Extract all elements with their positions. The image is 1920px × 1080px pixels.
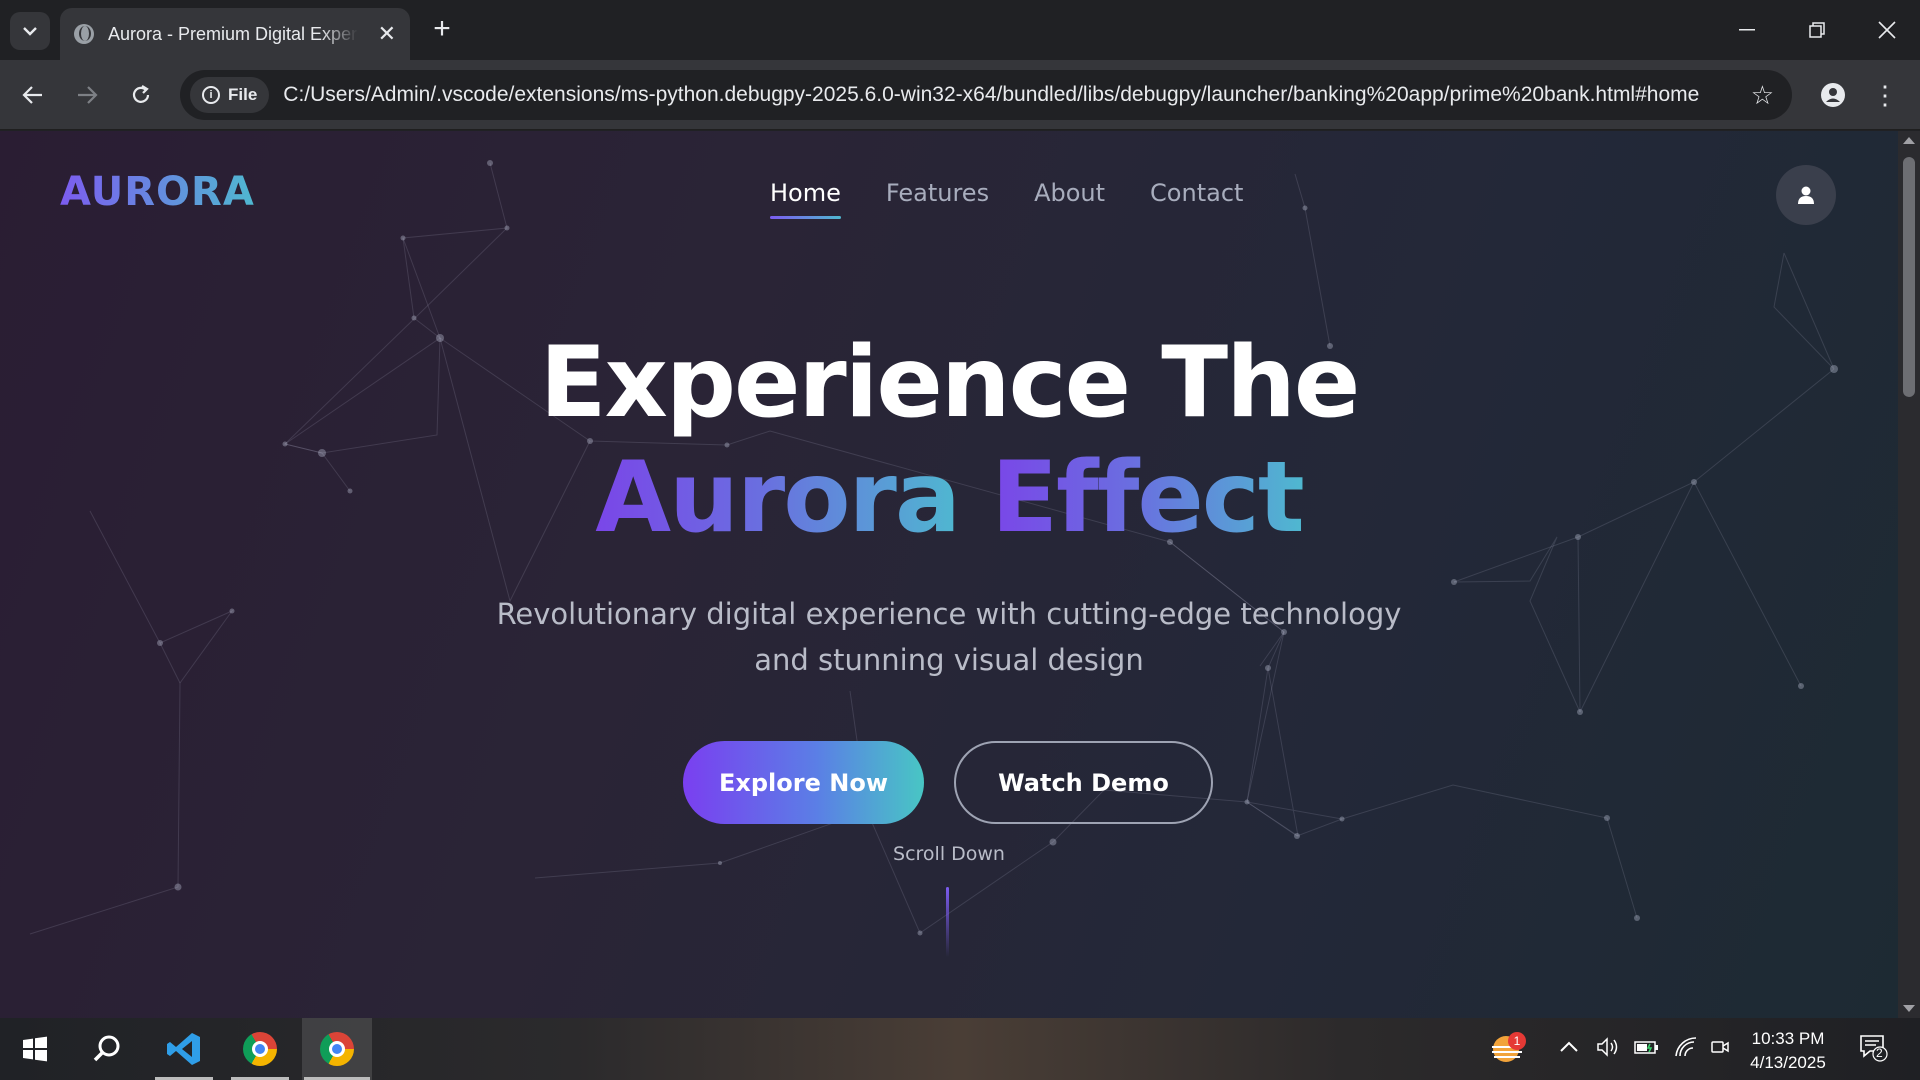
- star-icon[interactable]: ☆: [1751, 80, 1774, 111]
- profile-icon[interactable]: [1816, 78, 1850, 112]
- hero-title-line-1: Experience The: [539, 326, 1361, 440]
- chrome-icon[interactable]: [229, 1018, 291, 1080]
- explore-now-button[interactable]: Explore Now: [683, 741, 924, 824]
- plus-icon[interactable]: +: [424, 12, 460, 48]
- vscode-icon[interactable]: [153, 1018, 215, 1080]
- clock-date: 4/13/2025: [1750, 1053, 1826, 1072]
- wifi-icon[interactable]: [1674, 1036, 1698, 1063]
- scroll-down-icon[interactable]: [1903, 1005, 1915, 1012]
- main-nav: Home Features About Contact: [770, 179, 1243, 219]
- scroll-indicator: [946, 887, 949, 957]
- user-account-button[interactable]: [1776, 165, 1836, 225]
- browser-toolbar: i File C:/Users/Admin/.vscode/extensions…: [0, 60, 1920, 130]
- weather-widget-icon[interactable]: [1476, 1018, 1538, 1080]
- windows-start-icon[interactable]: [4, 1018, 66, 1080]
- notification-count: 2: [1876, 1046, 1883, 1060]
- nav-link-about[interactable]: About: [1034, 179, 1105, 219]
- taskbar-clock[interactable]: 10:33 PM 4/13/2025: [1738, 1027, 1838, 1075]
- restore-icon[interactable]: [1792, 10, 1842, 50]
- page-scrollbar[interactable]: [1898, 131, 1920, 1018]
- site-logo[interactable]: AURORA: [60, 169, 255, 215]
- reload-icon[interactable]: [124, 78, 158, 112]
- nav-link-features[interactable]: Features: [886, 179, 989, 219]
- nav-link-home[interactable]: Home: [770, 179, 841, 219]
- search-icon[interactable]: [76, 1018, 138, 1080]
- page-viewport: AURORA Home Features About Contact Exper…: [0, 131, 1898, 1018]
- hero-title-line-2: Aurora Effect: [0, 441, 1898, 555]
- hero-subtitle-line-1: Revolutionary digital experience with cu…: [496, 597, 1402, 631]
- chrome-logo: [320, 1032, 354, 1066]
- weather-badge: 1: [1508, 1032, 1526, 1050]
- close-window-icon[interactable]: [1862, 10, 1912, 50]
- browser-tab[interactable]: Aurora - Premium Digital Experience ✕: [60, 8, 410, 60]
- meet-now-icon[interactable]: [1710, 1037, 1730, 1062]
- tab-title: Aurora - Premium Digital Experience: [108, 23, 358, 44]
- chevron-up-icon[interactable]: [1560, 1040, 1578, 1058]
- nav-link-contact[interactable]: Contact: [1150, 179, 1243, 219]
- battery-icon[interactable]: [1634, 1039, 1660, 1060]
- info-icon: i: [202, 86, 220, 104]
- particle-network-background: [29, 160, 1838, 936]
- url-text[interactable]: C:/Users/Admin/.vscode/extensions/ms-pyt…: [283, 83, 1750, 107]
- back-arrow-icon[interactable]: [16, 78, 50, 112]
- tab-search-icon[interactable]: [10, 12, 50, 50]
- hero-subtitle-line-2: and stunning visual design: [754, 643, 1144, 677]
- site-info-chip[interactable]: i File: [190, 77, 270, 113]
- volume-icon[interactable]: [1596, 1036, 1620, 1062]
- hero-title-effect: Effect: [991, 441, 1305, 555]
- globe-icon: [74, 24, 94, 44]
- clock-time: 10:33 PM: [1751, 1029, 1825, 1048]
- notifications-icon[interactable]: 2: [1858, 1032, 1888, 1062]
- user-icon: [1798, 186, 1814, 204]
- forward-arrow-icon[interactable]: [70, 78, 104, 112]
- minimize-icon[interactable]: [1722, 10, 1772, 50]
- hero-title-aurora: Aurora: [595, 441, 961, 555]
- scrollbar-thumb[interactable]: [1903, 157, 1915, 397]
- scroll-down-label[interactable]: Scroll Down: [0, 843, 1898, 865]
- address-chip-label: File: [228, 85, 258, 104]
- address-bar[interactable]: i File C:/Users/Admin/.vscode/extensions…: [180, 70, 1792, 120]
- browser-tab-strip: Aurora - Premium Digital Experience ✕ +: [0, 0, 1920, 60]
- watch-demo-button[interactable]: Watch Demo: [954, 741, 1213, 824]
- chrome-icon-active[interactable]: [302, 1018, 372, 1080]
- menu-icon[interactable]: ⋮: [1870, 78, 1900, 112]
- chrome-logo: [243, 1032, 277, 1066]
- system-tray: [1560, 1018, 1730, 1080]
- windows-taskbar: 1 10:33 PM 4/13/2025 2: [0, 1018, 1920, 1080]
- close-icon[interactable]: ✕: [378, 21, 396, 47]
- hero-subtitle: Revolutionary digital experience with cu…: [449, 591, 1449, 683]
- scroll-up-icon[interactable]: [1903, 137, 1915, 144]
